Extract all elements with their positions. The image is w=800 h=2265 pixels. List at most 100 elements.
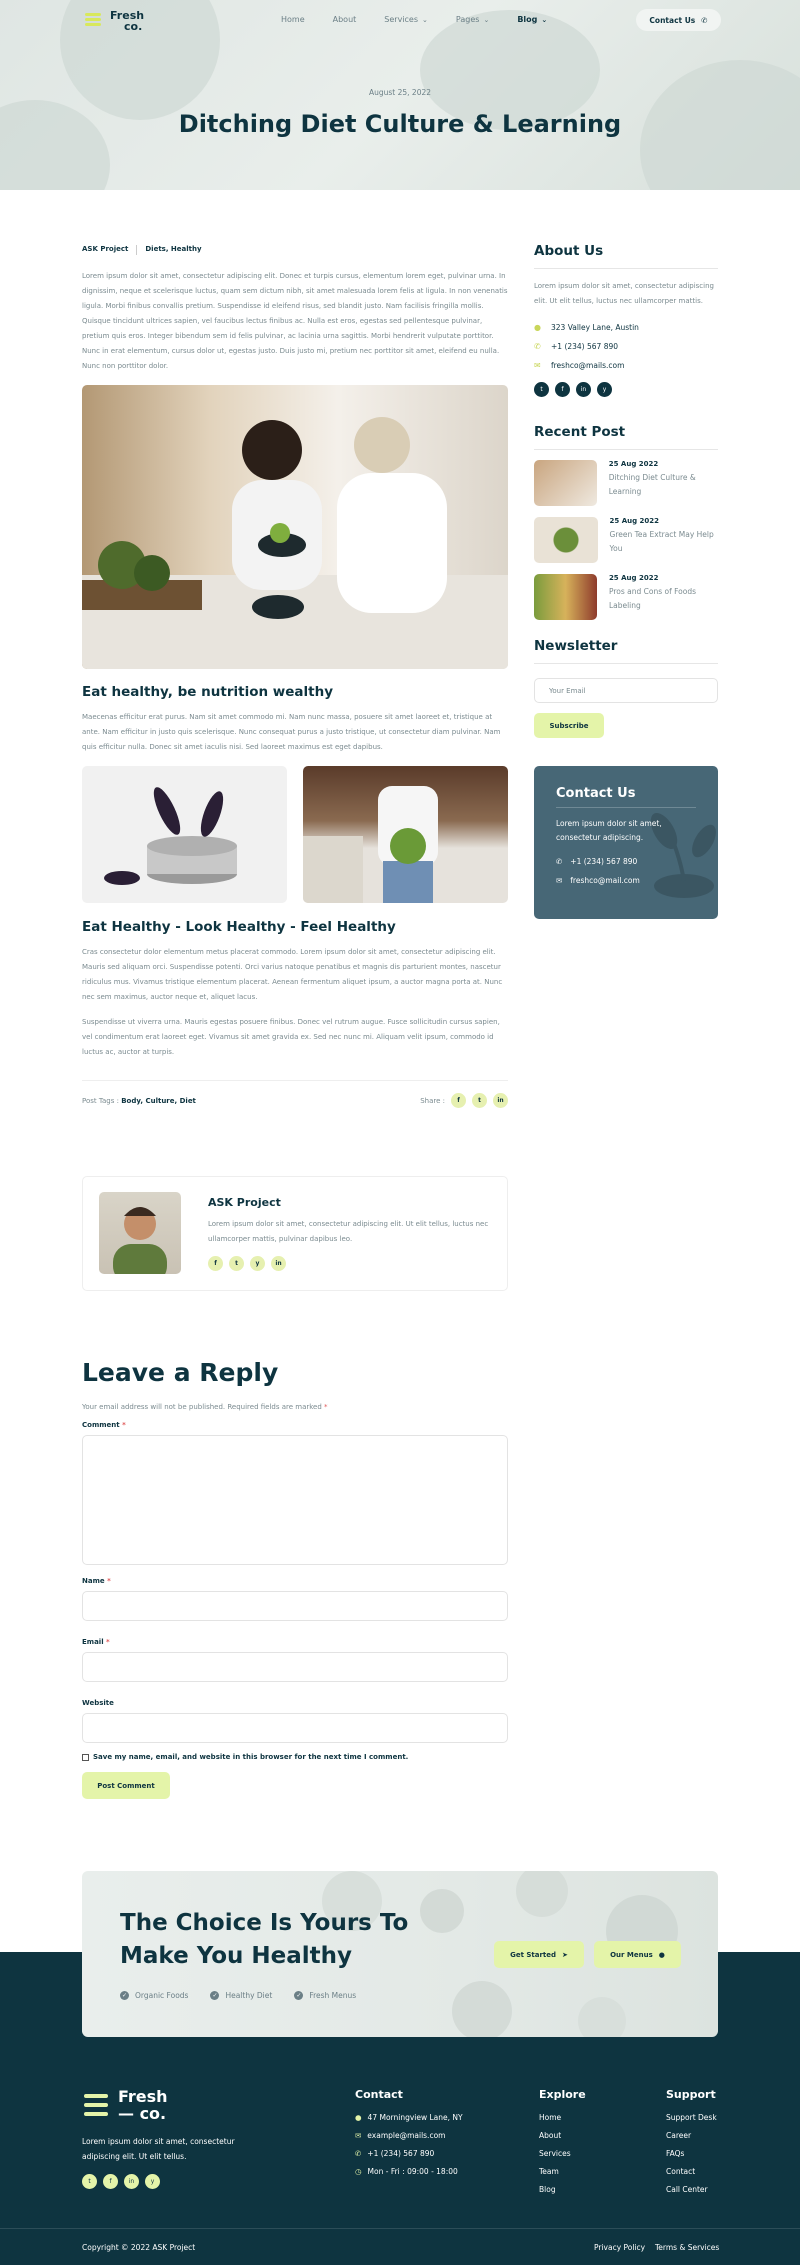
nav-item-services[interactable]: Services ⌄: [384, 15, 428, 24]
privacy-policy-link[interactable]: Privacy Policy: [594, 2243, 645, 2252]
reply-note-text: Your email address will not be published…: [82, 1403, 322, 1411]
eggplant-pan-illustration: [104, 787, 237, 885]
contact-card-title: Contact Us: [556, 786, 696, 808]
recent-post[interactable]: 25 Aug 2022 Ditching Diet Culture & Learn…: [534, 460, 718, 506]
twitter-icon[interactable]: t: [229, 1256, 244, 1271]
footer-support-link[interactable]: Support Desk: [666, 2113, 717, 2122]
cta-check-label: Organic Foods: [135, 1991, 189, 2000]
post-comment-button[interactable]: Post Comment: [82, 1772, 170, 1799]
mail-icon: ✉: [534, 361, 541, 370]
footer-contact-item: ◷ Mon - Fri : 09:00 - 18:00: [355, 2167, 463, 2176]
required-star: *: [122, 1421, 126, 1429]
website-input[interactable]: [82, 1713, 508, 1743]
nav-item-pages[interactable]: Pages ⌄: [456, 15, 489, 24]
contact-card-email[interactable]: freshco@mail.com: [570, 876, 640, 885]
website-label: Website: [82, 1699, 114, 1707]
twitter-icon[interactable]: t: [82, 2174, 97, 2189]
logo-mark-icon: [82, 2090, 110, 2120]
contact-us-button[interactable]: Contact Us ✆: [636, 9, 721, 31]
footer-about: Lorem ipsum dolor sit amet, consectetur …: [82, 2137, 235, 2161]
recent-post-title[interactable]: Green Tea Extract May Help You: [610, 528, 718, 556]
linkedin-icon[interactable]: in: [576, 382, 591, 397]
footer-support-link[interactable]: Contact: [666, 2167, 717, 2176]
logo[interactable]: Fresh co.: [82, 10, 144, 32]
footer-support-link[interactable]: Call Center: [666, 2185, 717, 2194]
recent-post-thumb: [534, 460, 597, 506]
save-info-checkbox[interactable]: [82, 1753, 89, 1761]
name-input[interactable]: [82, 1591, 508, 1621]
twitter-icon[interactable]: t: [472, 1093, 487, 1108]
recent-post-date: 25 Aug 2022: [609, 517, 660, 525]
twitter-icon[interactable]: t: [534, 382, 549, 397]
footer-support-link[interactable]: Career: [666, 2131, 717, 2140]
youtube-icon[interactable]: y: [597, 382, 612, 397]
tags-links[interactable]: Body, Culture, Diet: [121, 1097, 196, 1105]
chevron-down-icon: ⌄: [422, 15, 428, 24]
subscribe-button[interactable]: Subscribe: [534, 713, 604, 738]
contact-card-text: Lorem ipsum dolor sit amet, consectetur …: [556, 819, 662, 842]
footer-explore-link[interactable]: Services: [539, 2149, 586, 2158]
our-menus-button[interactable]: Our Menus ●: [594, 1941, 681, 1968]
post-main-image: [82, 385, 508, 669]
footer-explore-link[interactable]: Blog: [539, 2185, 586, 2194]
author-avatar: [99, 1192, 181, 1274]
contact-card-phone[interactable]: +1 (234) 567 890: [570, 857, 637, 866]
footer-contact-text[interactable]: example@mails.com: [367, 2131, 445, 2140]
facebook-icon[interactable]: f: [555, 382, 570, 397]
facebook-icon[interactable]: f: [451, 1093, 466, 1108]
footer-contact-text[interactable]: +1 (234) 567 890: [367, 2149, 434, 2158]
footer-logo[interactable]: Fresh — co.: [82, 2088, 168, 2122]
recent-post-title[interactable]: Pros and Cons of Foods Labeling: [609, 585, 718, 613]
recent-post[interactable]: 25 Aug 2022 Pros and Cons of Foods Labeli…: [534, 574, 718, 620]
footer-contact-item: ✆ +1 (234) 567 890: [355, 2149, 463, 2158]
nav-item-about[interactable]: About: [333, 15, 357, 24]
address-row: ● 323 Valley Lane, Austin: [534, 323, 718, 332]
recent-post-thumb: [534, 517, 598, 563]
post-content: ASK Project Diets, Healthy Lorem ipsum d…: [82, 245, 508, 1108]
sidebar: About Us Lorem ipsum dolor sit amet, con…: [534, 243, 718, 919]
nav-item-blog[interactable]: Blog ⌄: [517, 15, 547, 24]
newsletter-email-input[interactable]: Your Email: [534, 678, 718, 703]
nav-item-label: About: [332, 15, 357, 24]
contact-card-email-row: ✉ freshco@mail.com: [556, 876, 696, 885]
page-title: Ditching Diet Culture & Learning: [178, 110, 622, 138]
nav-item-home[interactable]: Home: [281, 15, 305, 24]
linkedin-icon[interactable]: in: [124, 2174, 139, 2189]
footer-logo-line1: Fresh: [118, 2087, 168, 2106]
youtube-icon[interactable]: y: [145, 2174, 160, 2189]
footer-logo-line2: — co.: [118, 2104, 167, 2123]
youtube-icon[interactable]: y: [250, 1256, 265, 1271]
footer-explore-link[interactable]: Home: [539, 2113, 586, 2122]
email-label-text: Email: [82, 1638, 104, 1646]
top-nav: Fresh co. Home About Services ⌄ Pages ⌄ Bl…: [0, 0, 800, 42]
footer-support-link[interactable]: FAQs: [666, 2149, 717, 2158]
cta-check-label: Fresh Menus: [309, 1991, 357, 2000]
recent-post-title[interactable]: Ditching Diet Culture & Learning: [609, 471, 718, 499]
terms-link[interactable]: Terms & Services: [655, 2243, 719, 2252]
name-label: Name *: [82, 1577, 508, 1585]
email-input[interactable]: [82, 1652, 508, 1682]
post-author-link[interactable]: ASK Project: [82, 245, 128, 255]
linkedin-icon[interactable]: in: [271, 1256, 286, 1271]
footer-contact-text: 47 Morningview Lane, NY: [367, 2113, 463, 2122]
woman-vegetables-image: [303, 766, 508, 903]
phone-text[interactable]: +1 (234) 567 890: [551, 342, 618, 351]
email-text[interactable]: freshco@mails.com: [551, 361, 624, 370]
recent-post[interactable]: 25 Aug 2022 Green Tea Extract May Help Yo…: [534, 517, 718, 563]
linkedin-icon[interactable]: in: [493, 1093, 508, 1108]
location-icon: ●: [355, 2113, 362, 2122]
facebook-icon[interactable]: f: [103, 2174, 118, 2189]
arrow-right-icon: ➤: [562, 1950, 568, 1959]
tags-label: Post Tags :: [82, 1096, 119, 1105]
contact-us-label: Contact Us: [649, 15, 696, 25]
about-title: About Us: [534, 243, 718, 269]
comment-textarea[interactable]: [82, 1435, 508, 1565]
footer-explore-link[interactable]: Team: [539, 2167, 586, 2176]
post-categories-link[interactable]: Diets, Healthy: [145, 245, 201, 255]
facebook-icon[interactable]: f: [208, 1256, 223, 1271]
footer-explore-link[interactable]: About: [539, 2131, 586, 2140]
footer-support-title: Support: [666, 2088, 716, 2101]
get-started-button[interactable]: Get Started ➤: [494, 1941, 584, 1968]
about-text: Lorem ipsum dolor sit amet, consectetur …: [534, 282, 714, 305]
share-bar: Share : f t in: [420, 1093, 508, 1108]
